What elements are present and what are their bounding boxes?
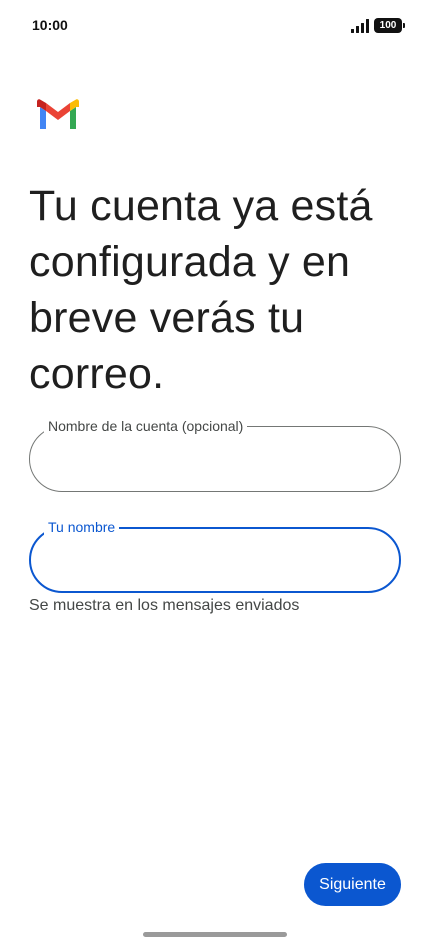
your-name-helper-text: Se muestra en los mensajes enviados [29,597,300,614]
battery-icon: 100 [374,18,405,33]
your-name-label: Tu nombre [44,518,120,536]
status-time: 10:00 [32,17,68,33]
signal-bars-icon [351,19,369,33]
next-button[interactable]: Siguiente [304,863,401,906]
your-name-input[interactable] [51,545,381,577]
account-name-input[interactable] [50,443,380,475]
gmail-logo-icon [37,99,79,129]
account-name-label: Nombre de la cuenta (opcional) [44,417,248,435]
home-indicator[interactable] [143,932,287,937]
account-name-field[interactable]: Nombre de la cuenta (opcional) [29,417,401,492]
status-bar: 10:00 100 [0,0,430,52]
your-name-field[interactable]: Tu nombre [29,518,401,593]
page-title: Tu cuenta ya está configurada y en breve… [29,182,373,398]
